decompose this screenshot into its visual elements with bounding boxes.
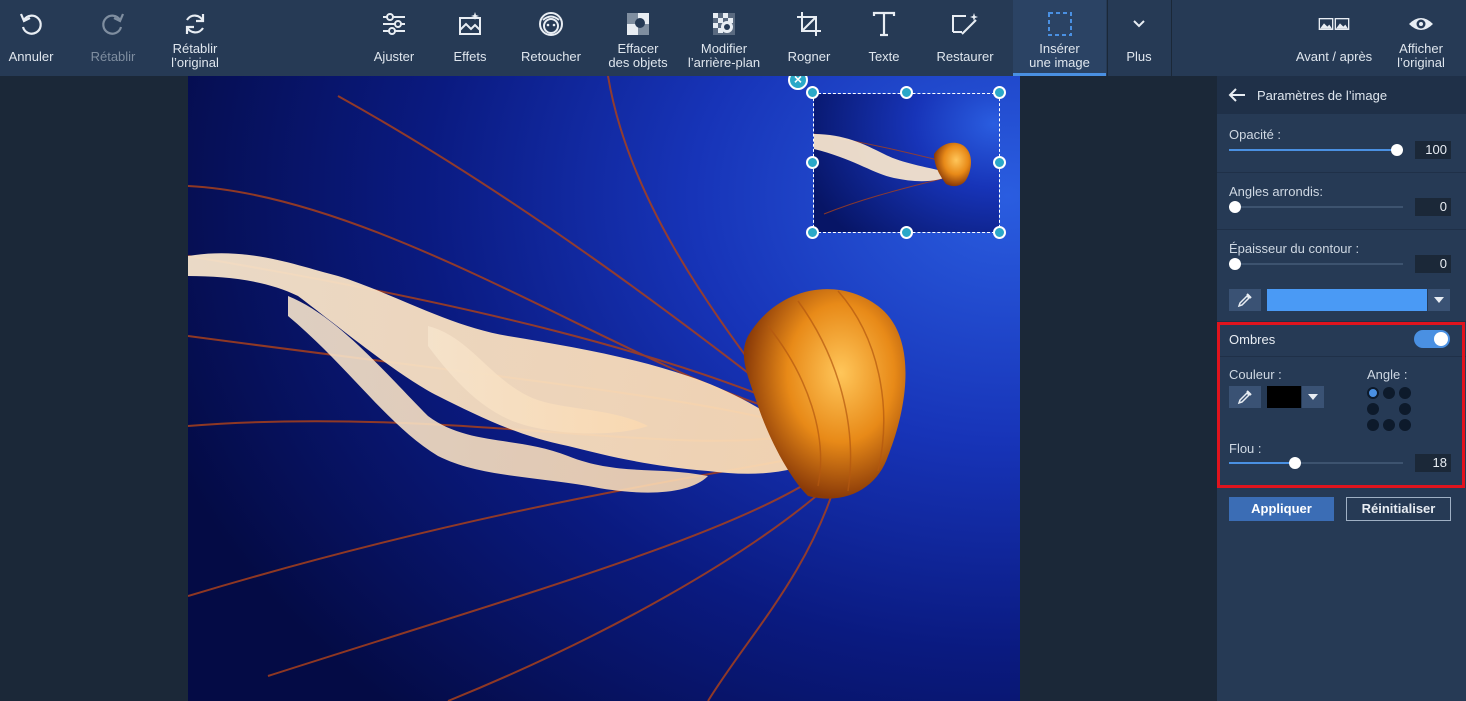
face-icon	[535, 8, 567, 40]
erase-objects-label: Effacer des objets	[608, 41, 668, 70]
eyedropper-icon	[1237, 293, 1252, 308]
redo-label: Rétablir	[90, 49, 136, 64]
resize-handle-left[interactable]	[806, 156, 819, 169]
outline-thickness-label: Épaisseur du contour :	[1229, 241, 1360, 256]
effects-icon	[454, 8, 486, 40]
erase-objects-icon	[622, 8, 654, 40]
erase-objects-button[interactable]: Effacer des objets	[600, 0, 676, 76]
rounded-corners-slider[interactable]	[1229, 201, 1403, 213]
resize-handle-bottom-left[interactable]	[806, 226, 819, 239]
divider	[1217, 172, 1466, 173]
before-after-button[interactable]: Avant / après	[1288, 0, 1380, 76]
rounded-corners-value[interactable]: 0	[1415, 198, 1451, 216]
text-button[interactable]: Texte	[856, 0, 912, 76]
text-label: Texte	[868, 49, 900, 64]
undo-icon	[15, 8, 47, 40]
toolbar-separator	[1171, 0, 1172, 76]
restore-button[interactable]: Restaurer	[928, 0, 1002, 76]
undo-label: Annuler	[8, 49, 54, 64]
slider-track	[1229, 206, 1403, 208]
slider-knob[interactable]	[1229, 258, 1241, 270]
refresh-icon	[179, 8, 211, 40]
main-photo[interactable]: ×	[188, 76, 1020, 701]
outline-thickness-slider[interactable]	[1229, 258, 1403, 270]
effects-label: Effets	[453, 49, 487, 64]
apply-button[interactable]: Appliquer	[1229, 497, 1334, 521]
shadows-highlight-box	[1217, 322, 1465, 488]
show-original-label: Afficher l’original	[1397, 41, 1445, 70]
insert-image-button[interactable]: Insérer une image	[1013, 0, 1106, 76]
show-original-button[interactable]: Afficher l’original	[1392, 0, 1450, 76]
retouch-label: Retoucher	[521, 49, 581, 64]
more-button[interactable]: Plus	[1108, 0, 1170, 76]
resize-handle-bottom-right[interactable]	[993, 226, 1006, 239]
opacity-slider[interactable]	[1229, 144, 1403, 156]
insert-image-label: Insérer une image	[1029, 41, 1090, 70]
restore-original-button[interactable]: Rétablir l’original	[160, 0, 230, 76]
text-icon	[868, 8, 900, 40]
insert-image-icon	[1044, 8, 1076, 40]
slider-fill	[1229, 149, 1397, 151]
outline-eyedropper-button[interactable]	[1229, 289, 1261, 311]
panel-header: Paramètres de l’image	[1217, 76, 1466, 114]
slider-knob[interactable]	[1391, 144, 1403, 156]
opacity-value[interactable]: 100	[1415, 141, 1451, 159]
undo-button[interactable]: Annuler	[0, 0, 62, 76]
retouch-button[interactable]: Retoucher	[514, 0, 588, 76]
canvas-area[interactable]: ×	[0, 76, 1217, 701]
before-after-label: Avant / après	[1295, 49, 1373, 64]
before-after-icon	[1318, 8, 1350, 40]
eye-icon	[1405, 8, 1437, 40]
restore-original-label: Rétablir l’original	[171, 41, 219, 70]
photo-editor-window: Annuler Rétablir Rétablir l’original Aju…	[0, 0, 1466, 701]
opacity-label: Opacité :	[1229, 127, 1282, 142]
restore-label: Restaurer	[936, 49, 994, 64]
crop-button[interactable]: Rogner	[780, 0, 838, 76]
slider-track	[1229, 263, 1403, 265]
resize-handle-top-right[interactable]	[993, 86, 1006, 99]
resize-handle-bottom[interactable]	[900, 226, 913, 239]
panel-title: Paramètres de l’image	[1257, 87, 1388, 103]
rounded-corners-label: Angles arrondis:	[1229, 184, 1323, 199]
chevron-down-icon	[1123, 8, 1155, 40]
background-icon	[708, 8, 740, 40]
adjust-button[interactable]: Ajuster	[363, 0, 425, 76]
adjust-label: Ajuster	[373, 49, 415, 64]
back-arrow-icon[interactable]	[1227, 85, 1247, 105]
redo-icon	[97, 8, 129, 40]
resize-handle-top[interactable]	[900, 86, 913, 99]
crop-label: Rogner	[787, 49, 831, 64]
effects-button[interactable]: Effets	[440, 0, 500, 76]
triangle-down-icon	[1434, 297, 1444, 303]
reset-button[interactable]: Réinitialiser	[1346, 497, 1451, 521]
divider	[1217, 229, 1466, 230]
change-background-label: Modifier l’arrière-plan	[687, 41, 761, 70]
outline-thickness-value[interactable]: 0	[1415, 255, 1451, 273]
crop-icon	[793, 8, 825, 40]
resize-handle-top-left[interactable]	[806, 86, 819, 99]
inserted-image	[813, 94, 999, 232]
magic-wand-icon	[949, 8, 981, 40]
change-background-button[interactable]: Modifier l’arrière-plan	[682, 0, 766, 76]
inserted-image-frame[interactable]	[813, 93, 1000, 233]
sliders-icon	[378, 8, 410, 40]
outline-color-swatch[interactable]	[1267, 289, 1427, 311]
resize-handle-right[interactable]	[993, 156, 1006, 169]
main-toolbar: Annuler Rétablir Rétablir l’original Aju…	[0, 0, 1466, 76]
outline-color-dropdown[interactable]	[1428, 289, 1450, 311]
more-label: Plus	[1126, 49, 1152, 64]
slider-knob[interactable]	[1229, 201, 1241, 213]
redo-button[interactable]: Rétablir	[82, 0, 144, 76]
